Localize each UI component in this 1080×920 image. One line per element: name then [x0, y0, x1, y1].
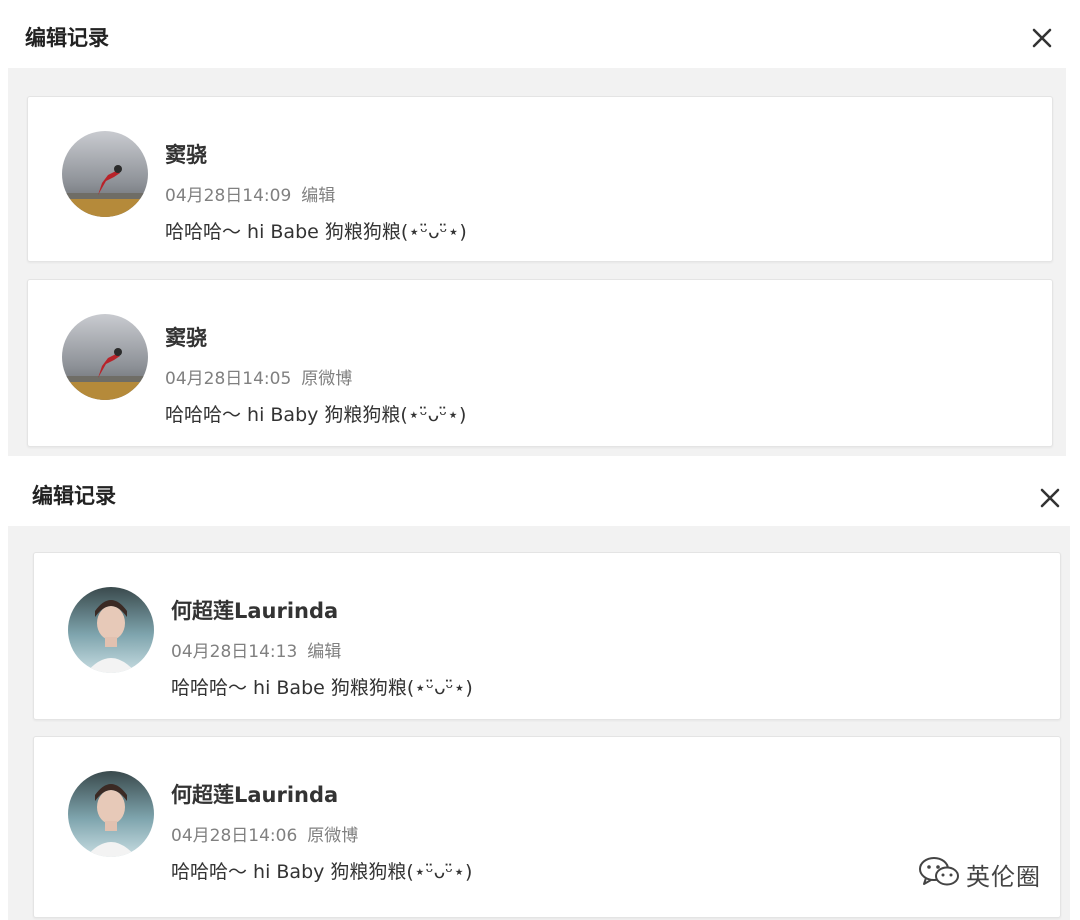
avatar[interactable]: [62, 131, 148, 217]
avatar[interactable]: [62, 314, 148, 400]
record-meta: 04月28日14:06 原微博: [171, 821, 358, 846]
dialog-body: 窦骁 04月28日14:09 编辑 哈哈哈～ hi Babe 狗粮狗粮(⋆ᵕ̈ᴗᵕ…: [8, 68, 1066, 456]
record-meta: 04月28日14:13 编辑: [171, 637, 341, 662]
user-name[interactable]: 何超莲Laurinda: [171, 595, 338, 625]
record-time: 04月28日14:06: [171, 826, 298, 846]
dialog-header: 编辑记录: [0, 456, 1080, 526]
record-meta: 04月28日14:05 原微博: [165, 364, 352, 389]
dialog-title: 编辑记录: [32, 484, 116, 508]
record-type: 编辑: [301, 186, 336, 206]
dialog-title: 编辑记录: [25, 26, 109, 50]
user-name[interactable]: 窦骁: [165, 322, 207, 352]
record-time: 04月28日14:13: [171, 642, 298, 662]
record-meta: 04月28日14:09 编辑: [165, 181, 335, 206]
close-icon[interactable]: [1028, 24, 1056, 52]
record-text: 哈哈哈～ hi Baby 狗粮狗粮(⋆ᵕ̈ᴗᵕ̈⋆): [171, 861, 473, 883]
record-type: 原微博: [301, 369, 353, 389]
record-card: 何超莲Laurinda 04月28日14:06 原微博 哈哈哈～ hi Baby …: [33, 736, 1061, 918]
record-card: 窦骁 04月28日14:09 编辑 哈哈哈～ hi Babe 狗粮狗粮(⋆ᵕ̈ᴗᵕ…: [27, 96, 1053, 262]
record-type: 原微博: [307, 826, 359, 846]
record-card: 何超莲Laurinda 04月28日14:13 编辑 哈哈哈～ hi Babe 狗…: [33, 552, 1061, 720]
watermark-text: 英伦圈: [966, 862, 1041, 891]
watermark: 英伦圈: [918, 856, 1041, 892]
record-text: 哈哈哈～ hi Baby 狗粮狗粮(⋆ᵕ̈ᴗᵕ̈⋆): [165, 404, 467, 426]
avatar[interactable]: [68, 587, 154, 673]
record-time: 04月28日14:05: [165, 369, 292, 389]
record-type: 编辑: [307, 642, 342, 662]
record-card: 窦骁 04月28日14:05 原微博 哈哈哈～ hi Baby 狗粮狗粮(⋆ᵕ̈ᴗ…: [27, 279, 1053, 447]
edit-history-dialog-2: 编辑记录 何超莲Laurinda 04月28日14:13 编辑 哈哈哈～ hi B: [0, 456, 1080, 920]
close-icon[interactable]: [1036, 484, 1064, 512]
wechat-icon: [918, 855, 960, 893]
user-name[interactable]: 窦骁: [165, 139, 207, 169]
record-text: 哈哈哈～ hi Babe 狗粮狗粮(⋆ᵕ̈ᴗᵕ̈⋆): [165, 221, 467, 243]
dialog-body: 何超莲Laurinda 04月28日14:13 编辑 哈哈哈～ hi Babe 狗…: [8, 526, 1070, 920]
dialog-header: 编辑记录: [0, 0, 1080, 68]
avatar[interactable]: [68, 771, 154, 857]
record-text: 哈哈哈～ hi Babe 狗粮狗粮(⋆ᵕ̈ᴗᵕ̈⋆): [171, 677, 473, 699]
user-name[interactable]: 何超莲Laurinda: [171, 779, 338, 809]
record-time: 04月28日14:09: [165, 186, 292, 206]
edit-history-dialog-1: 编辑记录 窦骁 04月28日14:09 编辑 哈哈哈～ hi Babe 狗粮狗粮(: [0, 0, 1080, 456]
